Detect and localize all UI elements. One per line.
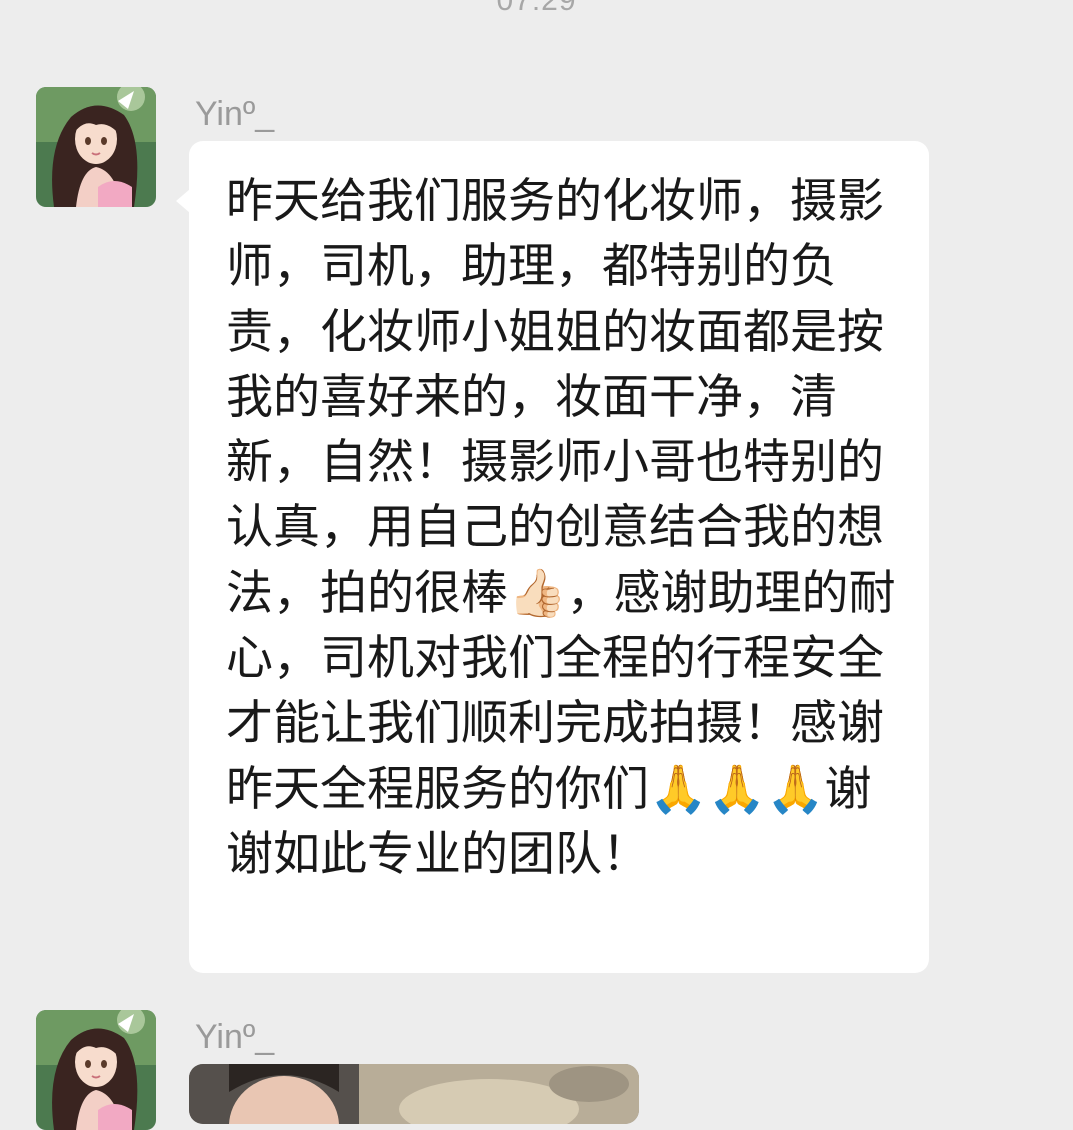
avatar-anime-girl-image — [36, 87, 156, 207]
sender-avatar[interactable] — [36, 1010, 156, 1130]
bubble-tail — [176, 189, 190, 213]
image-message[interactable] — [189, 1064, 639, 1124]
message-bubble[interactable]: 昨天给我们服务的化妆师，摄影师，司机，助理，都特别的负责，化妆师小姐姐的妆面都是… — [176, 141, 929, 973]
message-text: 昨天给我们服务的化妆师，摄影师，司机，助理，都特别的负责，化妆师小姐姐的妆面都是… — [226, 174, 896, 882]
sender-name: Yinº_ — [195, 1018, 275, 1056]
sender-avatar[interactable] — [36, 87, 156, 207]
photo-thumbnail-image — [189, 1064, 639, 1124]
message-timestamp: 07:29 — [496, 0, 577, 17]
avatar-anime-girl-image — [36, 1010, 156, 1130]
sender-name: Yinº_ — [195, 95, 275, 133]
